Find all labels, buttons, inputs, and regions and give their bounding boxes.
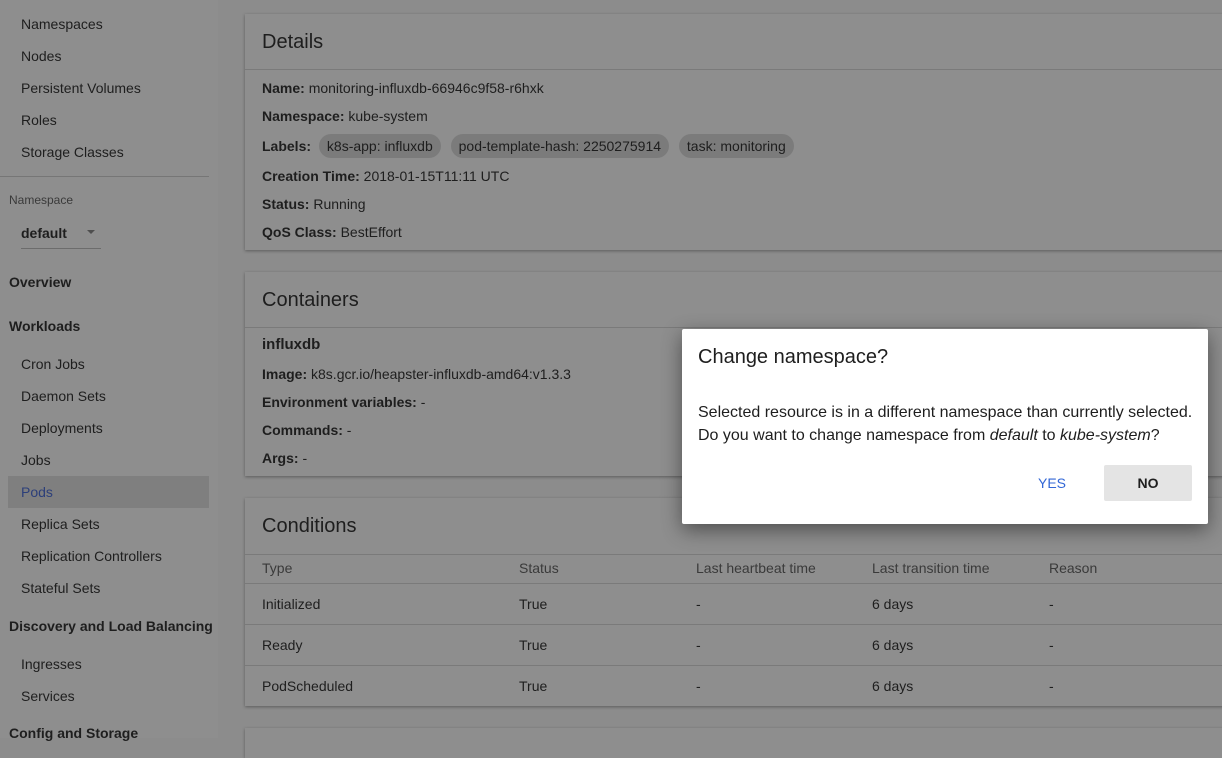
yes-button[interactable]: YES [1021,465,1083,501]
namespace-selector-label: Namespace [9,193,74,207]
container-name: influxdb [262,336,321,353]
cell-heartbeat: - [696,678,701,694]
sidebar-item-persistent-volumes[interactable]: Persistent Volumes [21,79,141,97]
container-env-vars: Environment variables: - [262,394,426,410]
sidebar-item-services[interactable]: Services [21,687,75,705]
cell-transition: 6 days [872,678,914,694]
cell-type: Initialized [262,596,321,612]
cell-reason: - [1049,678,1054,694]
cell-transition: 6 days [872,596,914,612]
column-header-last-transition[interactable]: Last transition time [872,560,990,576]
dialog-message-line2: Do you want to change namespace from def… [698,427,1160,444]
detail-namespace: Namespace: kube-system [262,108,428,124]
no-button[interactable]: NO [1104,465,1192,501]
cell-status: True [519,678,548,694]
sidebar-item-nodes[interactable]: Nodes [21,47,61,65]
next-card [245,728,1222,758]
cell-status: True [519,637,548,653]
cell-heartbeat: - [696,637,701,653]
container-image: Image: k8s.gcr.io/heapster-influxdb-amd6… [262,366,571,382]
sidebar-item-replication-controllers[interactable]: Replication Controllers [21,547,162,565]
sidebar-section-discovery[interactable]: Discovery and Load Balancing [9,617,213,635]
details-card: Details Name: monitoring-influxdb-66946c… [245,14,1222,250]
sidebar-divider [0,176,209,177]
column-header-last-heartbeat[interactable]: Last heartbeat time [696,560,816,576]
sidebar-section-workloads[interactable]: Workloads [9,317,80,335]
conditions-divider [245,554,1222,555]
sidebar-item-cron-jobs[interactable]: Cron Jobs [21,355,85,373]
conditions-title: Conditions [262,515,357,537]
namespace-select[interactable]: default [21,222,101,249]
column-header-reason[interactable]: Reason [1049,560,1097,576]
table-row: PodScheduled True - 6 days - [245,665,1222,707]
dialog-message-line1: Selected resource is in a different name… [698,404,1193,421]
cell-heartbeat: - [696,596,701,612]
sidebar-item-storage-classes[interactable]: Storage Classes [21,143,124,161]
sidebar-item-jobs[interactable]: Jobs [21,451,51,469]
detail-creation-time: Creation Time: 2018-01-15T11:11 UTC [262,168,510,184]
sidebar-item-overview[interactable]: Overview [9,273,71,291]
cell-type: Ready [262,637,303,653]
detail-qos-class: QoS Class: BestEffort [262,224,402,240]
change-namespace-dialog: Change namespace? Selected resource is i… [682,329,1208,524]
dropdown-arrow-icon [87,230,95,234]
label-chip: task: monitoring [678,134,794,159]
column-header-status[interactable]: Status [519,560,559,576]
dialog-message: Selected resource is in a different name… [698,401,1198,447]
sidebar-item-roles[interactable]: Roles [21,111,57,129]
sidebar-item-daemon-sets[interactable]: Daemon Sets [21,387,106,405]
conditions-card: Conditions Type Status Last heartbeat ti… [245,498,1222,706]
sidebar-section-config[interactable]: Config and Storage [9,724,138,742]
dialog-title: Change namespace? [698,346,889,368]
sidebar-item-pods[interactable]: Pods [21,483,53,501]
containers-title: Containers [262,289,359,311]
label-chip: k8s-app: influxdb [318,134,441,159]
cell-status: True [519,596,548,612]
details-divider [245,69,1222,70]
column-header-type[interactable]: Type [262,560,292,576]
cell-reason: - [1049,637,1054,653]
cell-transition: 6 days [872,637,914,653]
sidebar-item-namespaces[interactable]: Namespaces [21,15,103,33]
cell-reason: - [1049,596,1054,612]
sidebar-item-replica-sets[interactable]: Replica Sets [21,515,100,533]
cell-type: PodScheduled [262,678,354,694]
sidebar-item-deployments[interactable]: Deployments [21,419,103,437]
namespace-select-value: default [21,225,67,241]
detail-status: Status: Running [262,196,366,212]
sidebar-item-ingresses[interactable]: Ingresses [21,655,82,673]
sidebar-item-stateful-sets[interactable]: Stateful Sets [21,579,100,597]
table-row: Ready True - 6 days - [245,624,1222,666]
container-args: Args: - [262,450,308,466]
label-chip: pod-template-hash: 2250275914 [450,134,670,159]
detail-name: Name: monitoring-influxdb-66946c9f58-r6h… [262,80,544,96]
detail-labels: Labels: k8s-app: influxdb pod-template-h… [262,133,800,159]
table-row: Initialized True - 6 days - [245,583,1222,625]
sidebar: Namespaces Nodes Persistent Volumes Role… [0,0,218,741]
containers-divider [245,327,1222,328]
details-title: Details [262,31,324,53]
container-commands: Commands: - [262,422,352,438]
